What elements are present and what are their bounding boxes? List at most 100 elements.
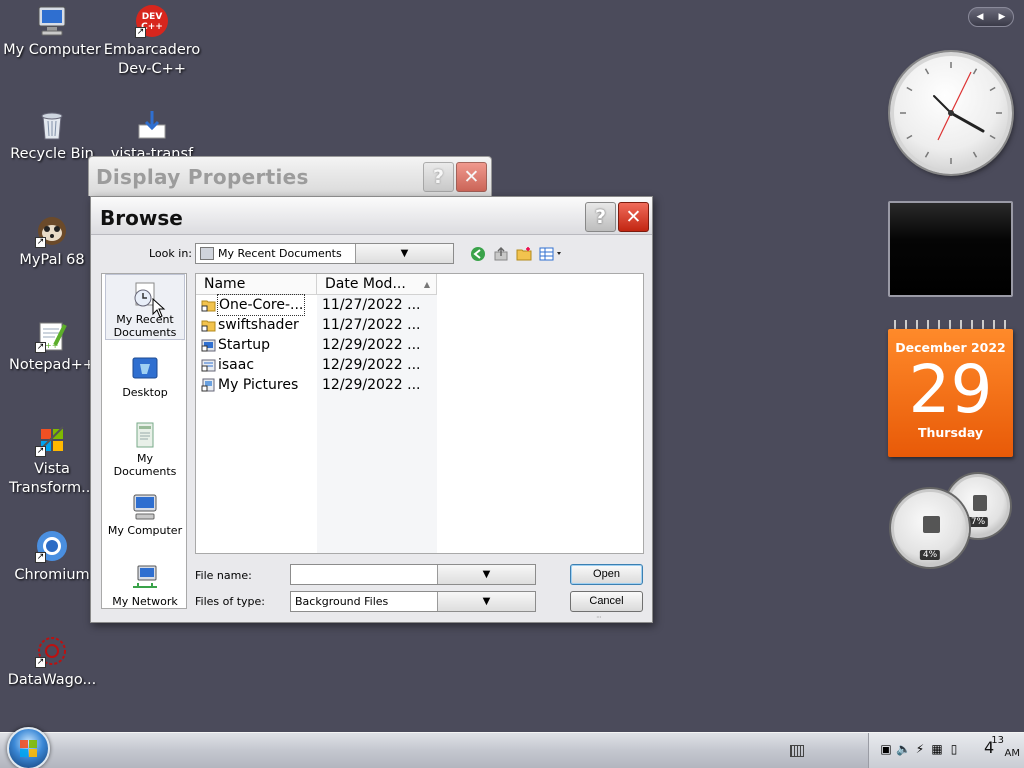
- place-label: My Documents: [113, 452, 177, 478]
- file-row[interactable]: One-Core-... 11/27/2022 ...: [196, 294, 436, 316]
- place-label: My Computer: [107, 524, 183, 537]
- place-label: My Network: [112, 595, 178, 608]
- back-icon[interactable]: [469, 245, 487, 263]
- clock-face: [900, 62, 1002, 164]
- place-my-documents[interactable]: My Documents: [105, 414, 185, 480]
- startup-folder-icon: [201, 338, 216, 352]
- files-of-type-label: Files of type:: [195, 595, 266, 608]
- file-row[interactable]: isaac 12/29/2022 ...: [196, 355, 436, 375]
- recent-documents-small-icon: [200, 247, 214, 260]
- desktop-icon-mypal[interactable]: ↗ MyPal 68: [0, 214, 104, 270]
- place-desktop[interactable]: Desktop: [105, 348, 185, 402]
- desktop-icon-label: DataWago...: [7, 672, 97, 688]
- desktop-icon-chromium[interactable]: ↗ Chromium: [0, 529, 104, 585]
- chevron-down-icon[interactable]: ▼: [437, 592, 535, 611]
- gadget-next-button[interactable]: ▶: [999, 12, 1006, 22]
- start-button[interactable]: [7, 727, 50, 768]
- clock-ampm: AM: [1004, 748, 1020, 759]
- desktop-icon-my-computer[interactable]: My Computer: [0, 4, 104, 60]
- cancel-button[interactable]: Cancel: [570, 591, 643, 612]
- memory-meter-value: 7%: [967, 517, 989, 527]
- file-name: Startup: [218, 337, 270, 353]
- datawago-icon: ↗: [35, 634, 69, 668]
- calendar-weekday: Thursday: [917, 425, 984, 440]
- resize-grip-icon[interactable]: ···: [596, 613, 602, 622]
- place-my-network[interactable]: My Network: [105, 557, 185, 609]
- browse-close-button[interactable]: ✕: [618, 202, 649, 232]
- network-tray-icon[interactable]: ▣: [879, 742, 893, 756]
- installer-icon: [135, 108, 169, 142]
- desktop-icon-label: Notepad++: [9, 357, 95, 373]
- up-folder-icon[interactable]: [492, 245, 510, 263]
- column-header-date[interactable]: Date Mod... ▲: [317, 274, 437, 295]
- browse-dialog[interactable]: Browse ? ✕ Look in: My Recent Documents …: [90, 196, 653, 623]
- desktop-icon: [130, 354, 160, 384]
- desktop-icon-datawago[interactable]: ↗ DataWago...: [0, 634, 104, 690]
- place-my-computer[interactable]: My Computer: [105, 486, 185, 552]
- file-row[interactable]: Startup 12/29/2022 ...: [196, 335, 436, 355]
- mypal-icon: ↗: [35, 214, 69, 248]
- file-name: swiftshader: [218, 317, 299, 333]
- places-bar: My Recent Documents Desktop My Documents…: [101, 273, 187, 609]
- pictures-folder-icon: [201, 378, 216, 392]
- files-of-type-combo[interactable]: Background Files ▼: [290, 591, 536, 612]
- power-tray-icon[interactable]: ⚡: [913, 742, 927, 756]
- look-in-row: Look in: My Recent Documents ▼: [91, 243, 652, 265]
- display-properties-close-button[interactable]: ✕: [456, 162, 487, 192]
- display-properties-help-button[interactable]: ?: [423, 162, 454, 192]
- file-list[interactable]: Name Date Mod... ▲ One-Core-... 11/27/20…: [195, 273, 644, 554]
- my-documents-icon: [130, 420, 160, 450]
- shortcut-arrow-icon: ↗: [35, 342, 46, 353]
- place-my-recent-documents[interactable]: My Recent Documents: [105, 274, 185, 340]
- column-header-date-label: Date Mod...: [325, 276, 406, 292]
- clock-gadget[interactable]: [890, 52, 1012, 174]
- browse-titlebar[interactable]: Browse ? ✕: [91, 197, 652, 235]
- place-label: Desktop: [122, 386, 168, 399]
- gadget-prev-button[interactable]: ◀: [977, 12, 984, 22]
- new-folder-icon[interactable]: [515, 245, 533, 263]
- chevron-down-icon[interactable]: ▼: [437, 565, 535, 584]
- slideshow-gadget[interactable]: [888, 201, 1013, 297]
- open-button[interactable]: Open: [570, 564, 643, 585]
- file-name-label: File name:: [195, 569, 252, 582]
- svg-text:++: ++: [45, 341, 58, 350]
- desktop-icon-notepadpp[interactable]: ++ ↗ Notepad++: [0, 319, 104, 375]
- keyboard-icon[interactable]: [790, 745, 804, 757]
- views-menu-icon[interactable]: [539, 245, 565, 263]
- folder-shortcut-icon: [201, 318, 216, 332]
- desktop-icon-recycle-bin[interactable]: Recycle Bin: [0, 108, 104, 164]
- clock-hour-hand: [949, 111, 985, 133]
- display-tray-icon[interactable]: ▦: [930, 742, 944, 756]
- windows-logo-icon: [20, 740, 37, 757]
- volume-icon[interactable]: 🔈: [896, 742, 911, 756]
- look-in-combo[interactable]: My Recent Documents ▼: [195, 243, 454, 264]
- cpu-meter-gadget[interactable]: 4%: [891, 489, 969, 567]
- shortcut-arrow-icon: ↗: [35, 552, 46, 563]
- computer-icon: [130, 492, 160, 522]
- folder-shortcut-icon: [201, 298, 216, 312]
- cpu-chip-icon: [923, 516, 940, 533]
- clock-minute-hand: [933, 95, 952, 114]
- desktop-icon-label: Chromium: [14, 567, 90, 583]
- browse-help-button[interactable]: ?: [585, 202, 616, 232]
- file-name-combo[interactable]: ▼: [290, 564, 536, 585]
- shortcut-arrow-icon: ↗: [35, 657, 46, 668]
- calendar-gadget[interactable]: December 2022 29 Thursday: [888, 320, 1013, 457]
- clock-second-hand: [950, 71, 972, 114]
- gadget-nav: ◀ ▶: [968, 7, 1014, 27]
- file-row[interactable]: swiftshader 11/27/2022 ...: [196, 315, 436, 335]
- display-properties-window[interactable]: Display Properties ? ✕: [88, 156, 492, 196]
- taskbar-clock[interactable]: 4 13 AM: [980, 735, 1020, 764]
- vista-transform-icon: ↗: [35, 423, 69, 457]
- file-row[interactable]: My Pictures 12/29/2022 ...: [196, 375, 436, 395]
- display-properties-title: Display Properties: [96, 165, 309, 189]
- place-label: My Recent Documents: [113, 313, 177, 339]
- battery-tray-icon[interactable]: ▯: [947, 742, 961, 756]
- chevron-down-icon[interactable]: ▼: [355, 244, 453, 263]
- desktop-icon-label: Vista Transform...: [9, 461, 95, 496]
- desktop-icon-vista-transform[interactable]: ↗ Vista Transform...: [0, 423, 104, 498]
- column-header-name[interactable]: Name: [196, 274, 317, 295]
- memory-chip-icon: [973, 495, 987, 511]
- desktop-icon-devcpp[interactable]: DEV C++ ↗ Embarcadero Dev-C++: [100, 4, 204, 79]
- devcpp-icon: DEV C++ ↗: [135, 4, 169, 38]
